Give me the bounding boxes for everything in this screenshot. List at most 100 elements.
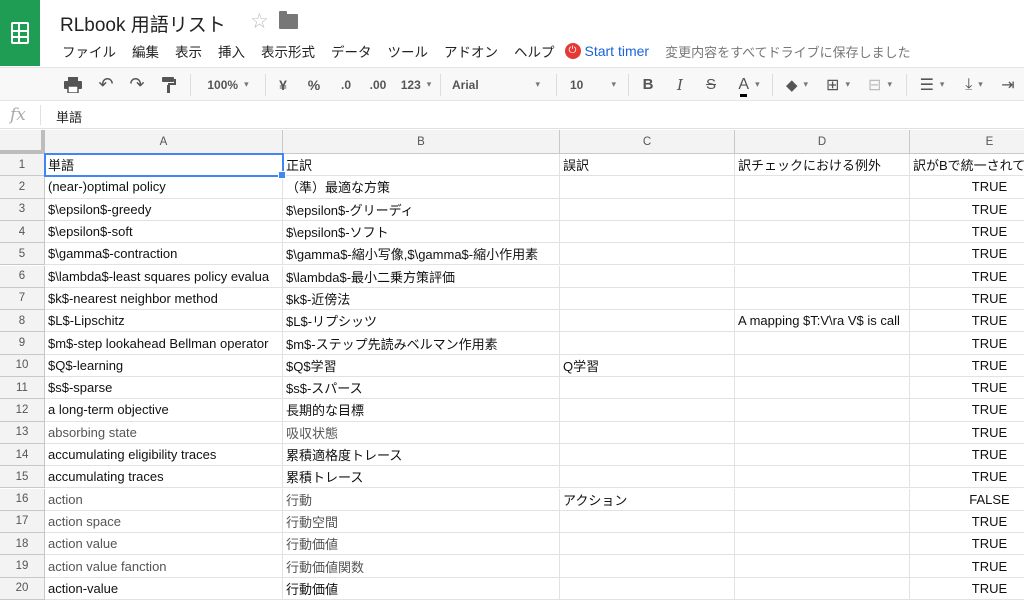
text-wrap-icon[interactable]: ⇥ [996, 68, 1020, 101]
star-icon[interactable]: ☆ [250, 9, 269, 34]
cell-d4[interactable] [735, 220, 910, 244]
cell-e20[interactable]: TRUE [910, 578, 1024, 600]
cell-a15[interactable]: accumulating traces [45, 466, 283, 489]
cell-c9[interactable] [560, 332, 735, 355]
row-header-20[interactable]: 20 [0, 577, 45, 600]
vertical-align-icon[interactable]: ⤓ [956, 68, 992, 101]
cell-b13[interactable]: 吸収状態 [283, 421, 560, 444]
menu-tools[interactable]: ツール [388, 41, 429, 61]
print-icon[interactable] [60, 68, 86, 101]
cell-c14[interactable] [560, 443, 735, 467]
cell-c5[interactable] [560, 243, 735, 266]
cell-b9[interactable]: $m$-ステップ先読みベルマン作用素 [283, 332, 560, 355]
cell-b12[interactable]: 長期的な目標 [283, 399, 560, 422]
cell-c1[interactable]: 誤訳 [560, 154, 735, 177]
cell-a4[interactable]: $\epsilon$-soft [45, 220, 283, 244]
cell-a13[interactable]: absorbing state [45, 421, 283, 444]
cell-e17[interactable]: TRUE [910, 511, 1024, 534]
row-header-1[interactable]: 1 [0, 154, 45, 177]
cell-c20[interactable] [560, 577, 735, 600]
cell-c3[interactable] [560, 198, 735, 221]
cell-d9[interactable] [735, 332, 910, 355]
cell-b20[interactable]: 行動価値 [283, 577, 560, 600]
cell-a10[interactable]: $Q$-learning [45, 354, 283, 377]
borders-icon[interactable]: ⊞ [820, 68, 856, 101]
cell-c15[interactable] [560, 466, 735, 489]
cell-d11[interactable] [735, 377, 910, 400]
cell-e15[interactable]: TRUE [910, 466, 1024, 489]
cell-a2[interactable]: (near-)optimal policy [45, 176, 283, 199]
row-header-13[interactable]: 13 [0, 421, 45, 444]
cell-d16[interactable] [735, 488, 910, 511]
cell-b19[interactable]: 行動価値関数 [283, 555, 560, 578]
cell-b10[interactable]: $Q$学習 [283, 354, 560, 377]
document-title[interactable]: RLbook 用語リスト [60, 10, 226, 37]
cell-c6[interactable] [560, 265, 735, 288]
menu-file[interactable]: ファイル [62, 41, 116, 61]
row-header-19[interactable]: 19 [0, 555, 45, 578]
cell-a1[interactable]: 単語 [45, 154, 283, 177]
cell-e3[interactable]: TRUE [910, 199, 1024, 221]
folder-icon[interactable] [279, 11, 298, 29]
currency-button[interactable]: ¥ [271, 68, 295, 101]
text-color-button[interactable]: A [730, 68, 768, 101]
cell-c18[interactable] [560, 533, 735, 556]
redo-icon[interactable]: ↷ [124, 68, 150, 101]
spreadsheet-grid[interactable]: A B C D E 1 単語 正訳 誤訳 訳チェックにおける例外 訳がBで統一されて 2 (near-)… [0, 130, 1024, 601]
column-header-e[interactable]: E [910, 130, 1024, 154]
cell-e12[interactable]: TRUE [910, 399, 1024, 422]
cell-a19[interactable]: action value fanction [45, 555, 283, 578]
cell-b4[interactable]: $\epsilon$-ソフト [283, 220, 560, 244]
row-header-11[interactable]: 11 [0, 377, 45, 400]
cell-e1[interactable]: 訳がBで統一されて [910, 154, 1024, 177]
cell-c16[interactable]: アクション [560, 488, 735, 511]
menu-insert[interactable]: 挿入 [218, 41, 245, 61]
cell-b6[interactable]: $\lambda$-最小二乗方策評価 [283, 265, 560, 288]
percent-button[interactable]: % [302, 68, 326, 101]
cell-d14[interactable] [735, 443, 910, 467]
cell-d3[interactable] [735, 198, 910, 221]
cell-c11[interactable] [560, 377, 735, 400]
cell-c12[interactable] [560, 399, 735, 422]
cell-a7[interactable]: $k$-nearest neighbor method [45, 287, 283, 311]
cell-e18[interactable]: TRUE [910, 533, 1024, 556]
undo-icon[interactable]: ↶ [93, 68, 119, 101]
cell-c4[interactable] [560, 220, 735, 244]
cell-e11[interactable]: TRUE [910, 377, 1024, 400]
cell-c2[interactable] [560, 176, 735, 199]
cell-a5[interactable]: $\gamma$-contraction [45, 243, 283, 266]
cell-a6[interactable]: $\lambda$-least squares policy evalua [45, 265, 283, 288]
merge-cells-icon[interactable]: ⊟ [862, 68, 898, 101]
italic-button[interactable]: I [668, 68, 692, 101]
column-header-b[interactable]: B [283, 130, 560, 154]
menu-data[interactable]: データ [331, 41, 372, 61]
cell-c19[interactable] [560, 555, 735, 578]
start-timer-button[interactable]: ⏻ Start timer [564, 43, 649, 59]
font-select[interactable]: Arial [446, 68, 546, 101]
column-header-a[interactable]: A [45, 130, 283, 154]
menu-addons[interactable]: アドオン [444, 41, 498, 61]
cell-d5[interactable] [735, 243, 910, 266]
row-header-12[interactable]: 12 [0, 399, 45, 422]
cell-e6[interactable]: TRUE [910, 266, 1024, 288]
cell-e14[interactable]: TRUE [910, 444, 1024, 467]
cell-a8[interactable]: $L$-Lipschitz [45, 310, 283, 333]
column-header-c[interactable]: C [560, 130, 735, 154]
cell-a11[interactable]: $s$-sparse [45, 377, 283, 400]
cell-a16[interactable]: action [45, 488, 283, 511]
cell-a20[interactable]: action-value [45, 577, 283, 600]
bold-button[interactable]: B [636, 68, 660, 101]
cell-b16[interactable]: 行動 [283, 488, 560, 511]
cell-d18[interactable] [735, 533, 910, 556]
cell-b7[interactable]: $k$-近傍法 [283, 287, 560, 311]
cell-d1[interactable]: 訳チェックにおける例外 [735, 154, 910, 177]
row-header-2[interactable]: 2 [0, 176, 45, 199]
row-header-8[interactable]: 8 [0, 310, 45, 333]
cell-d12[interactable] [735, 399, 910, 422]
sheets-logo-icon[interactable] [0, 0, 40, 66]
font-size-select[interactable]: 10 [564, 68, 622, 101]
paint-format-icon[interactable] [156, 68, 182, 101]
row-header-15[interactable]: 15 [0, 466, 45, 489]
row-header-10[interactable]: 10 [0, 354, 45, 377]
menu-view[interactable]: 表示 [175, 41, 202, 61]
